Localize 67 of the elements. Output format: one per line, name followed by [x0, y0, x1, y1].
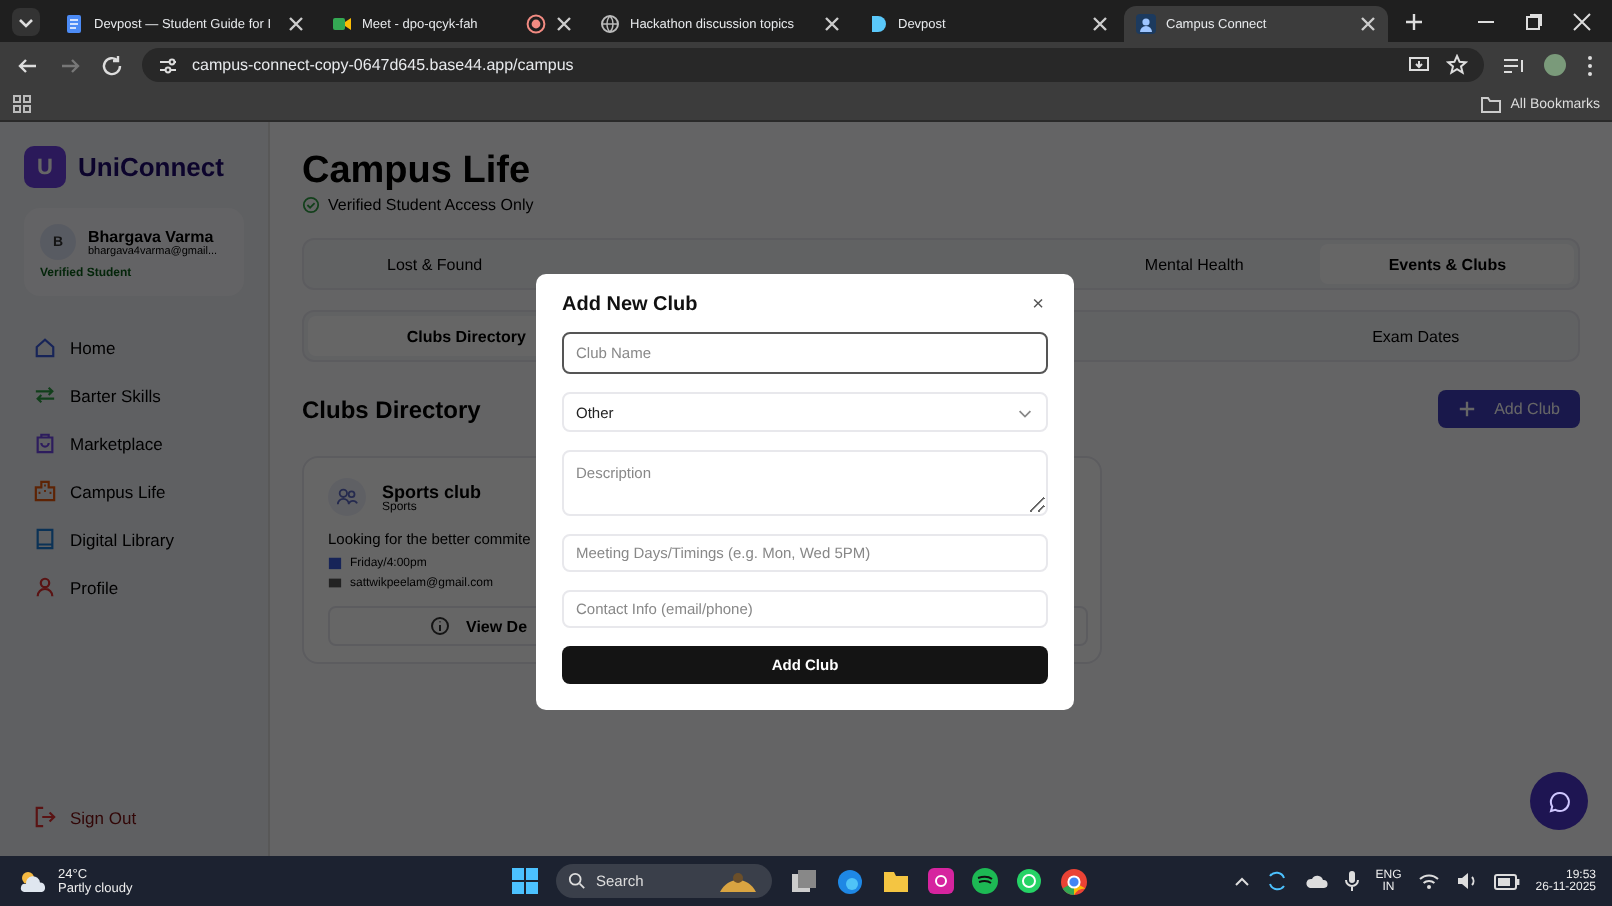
club-name: Sports club — [382, 481, 482, 501]
install-icon[interactable] — [1408, 54, 1430, 76]
reload-icon[interactable] — [100, 53, 124, 77]
start-icon[interactable] — [512, 868, 538, 894]
close-icon[interactable] — [1572, 11, 1592, 31]
close-icon[interactable] — [824, 16, 840, 32]
home-icon — [34, 336, 56, 358]
sign-out-icon — [34, 806, 56, 828]
camera-icon[interactable] — [928, 868, 954, 894]
site-settings-icon[interactable] — [158, 55, 178, 75]
speaker-icon[interactable] — [1455, 872, 1478, 890]
cloud-icon[interactable] — [1303, 872, 1328, 890]
info-icon — [430, 616, 450, 636]
section-title: Clubs Directory — [302, 395, 481, 423]
close-icon[interactable] — [1360, 16, 1376, 32]
search-icon — [568, 872, 586, 890]
swap-icon — [34, 384, 56, 406]
chevron-up-icon[interactable] — [1233, 873, 1250, 889]
sync-icon[interactable] — [1265, 870, 1288, 892]
menu-icon[interactable] — [1584, 53, 1596, 77]
task-view-icon[interactable] — [790, 868, 818, 894]
star-icon[interactable] — [1446, 54, 1468, 76]
globe-icon — [600, 14, 620, 34]
user-icon — [34, 576, 56, 598]
restore-icon[interactable] — [1524, 11, 1544, 31]
brand-name: UniConnect — [78, 152, 224, 182]
apps-grid-icon[interactable] — [12, 94, 32, 114]
chat-icon — [1547, 789, 1571, 813]
book-icon — [34, 528, 56, 550]
close-icon[interactable] — [288, 16, 304, 32]
people-icon — [328, 478, 366, 516]
battery-icon[interactable] — [1493, 873, 1520, 889]
microphone-icon[interactable] — [1343, 870, 1360, 892]
folder-icon — [1480, 95, 1503, 113]
wifi-icon[interactable] — [1417, 872, 1440, 890]
shield-check-icon — [302, 196, 320, 214]
chat-button[interactable] — [1530, 772, 1588, 830]
page-title: Campus Life — [302, 150, 533, 194]
chrome-icon[interactable] — [1060, 867, 1088, 895]
mail-icon — [328, 576, 342, 590]
person-icon — [1136, 14, 1156, 34]
logo: U — [24, 146, 66, 188]
profile-avatar[interactable] — [1544, 54, 1566, 76]
media-icon[interactable] — [1502, 53, 1526, 77]
forward-icon[interactable] — [58, 53, 82, 77]
section-tab[interactable]: Events & Clubs — [1320, 244, 1574, 284]
camera-icon — [332, 14, 352, 34]
weather-icon — [16, 867, 48, 895]
user-name: Bhargava Varma — [88, 227, 216, 245]
dialog-title: Add New Club — [562, 294, 698, 316]
tab-list-button[interactable] — [12, 7, 40, 35]
address-field[interactable]: campus-connect-copy-0647d645.base44.app/campus — [142, 48, 1484, 82]
landscape-icon — [716, 869, 760, 893]
close-button[interactable]: × — [1028, 294, 1048, 316]
close-icon[interactable] — [1092, 16, 1108, 32]
folder-icon[interactable] — [882, 869, 910, 893]
building-icon — [34, 480, 56, 502]
new-tab-icon[interactable] — [1404, 11, 1424, 31]
document-icon — [64, 14, 84, 34]
close-icon[interactable] — [556, 16, 572, 32]
back-icon[interactable] — [16, 53, 40, 77]
plus-icon — [1458, 400, 1477, 418]
site-logo-icon — [868, 14, 888, 34]
page-subtitle: Verified Student Access Only — [328, 196, 534, 214]
music-icon[interactable] — [972, 868, 998, 894]
calendar-icon — [328, 556, 342, 570]
bag-icon — [34, 432, 56, 454]
